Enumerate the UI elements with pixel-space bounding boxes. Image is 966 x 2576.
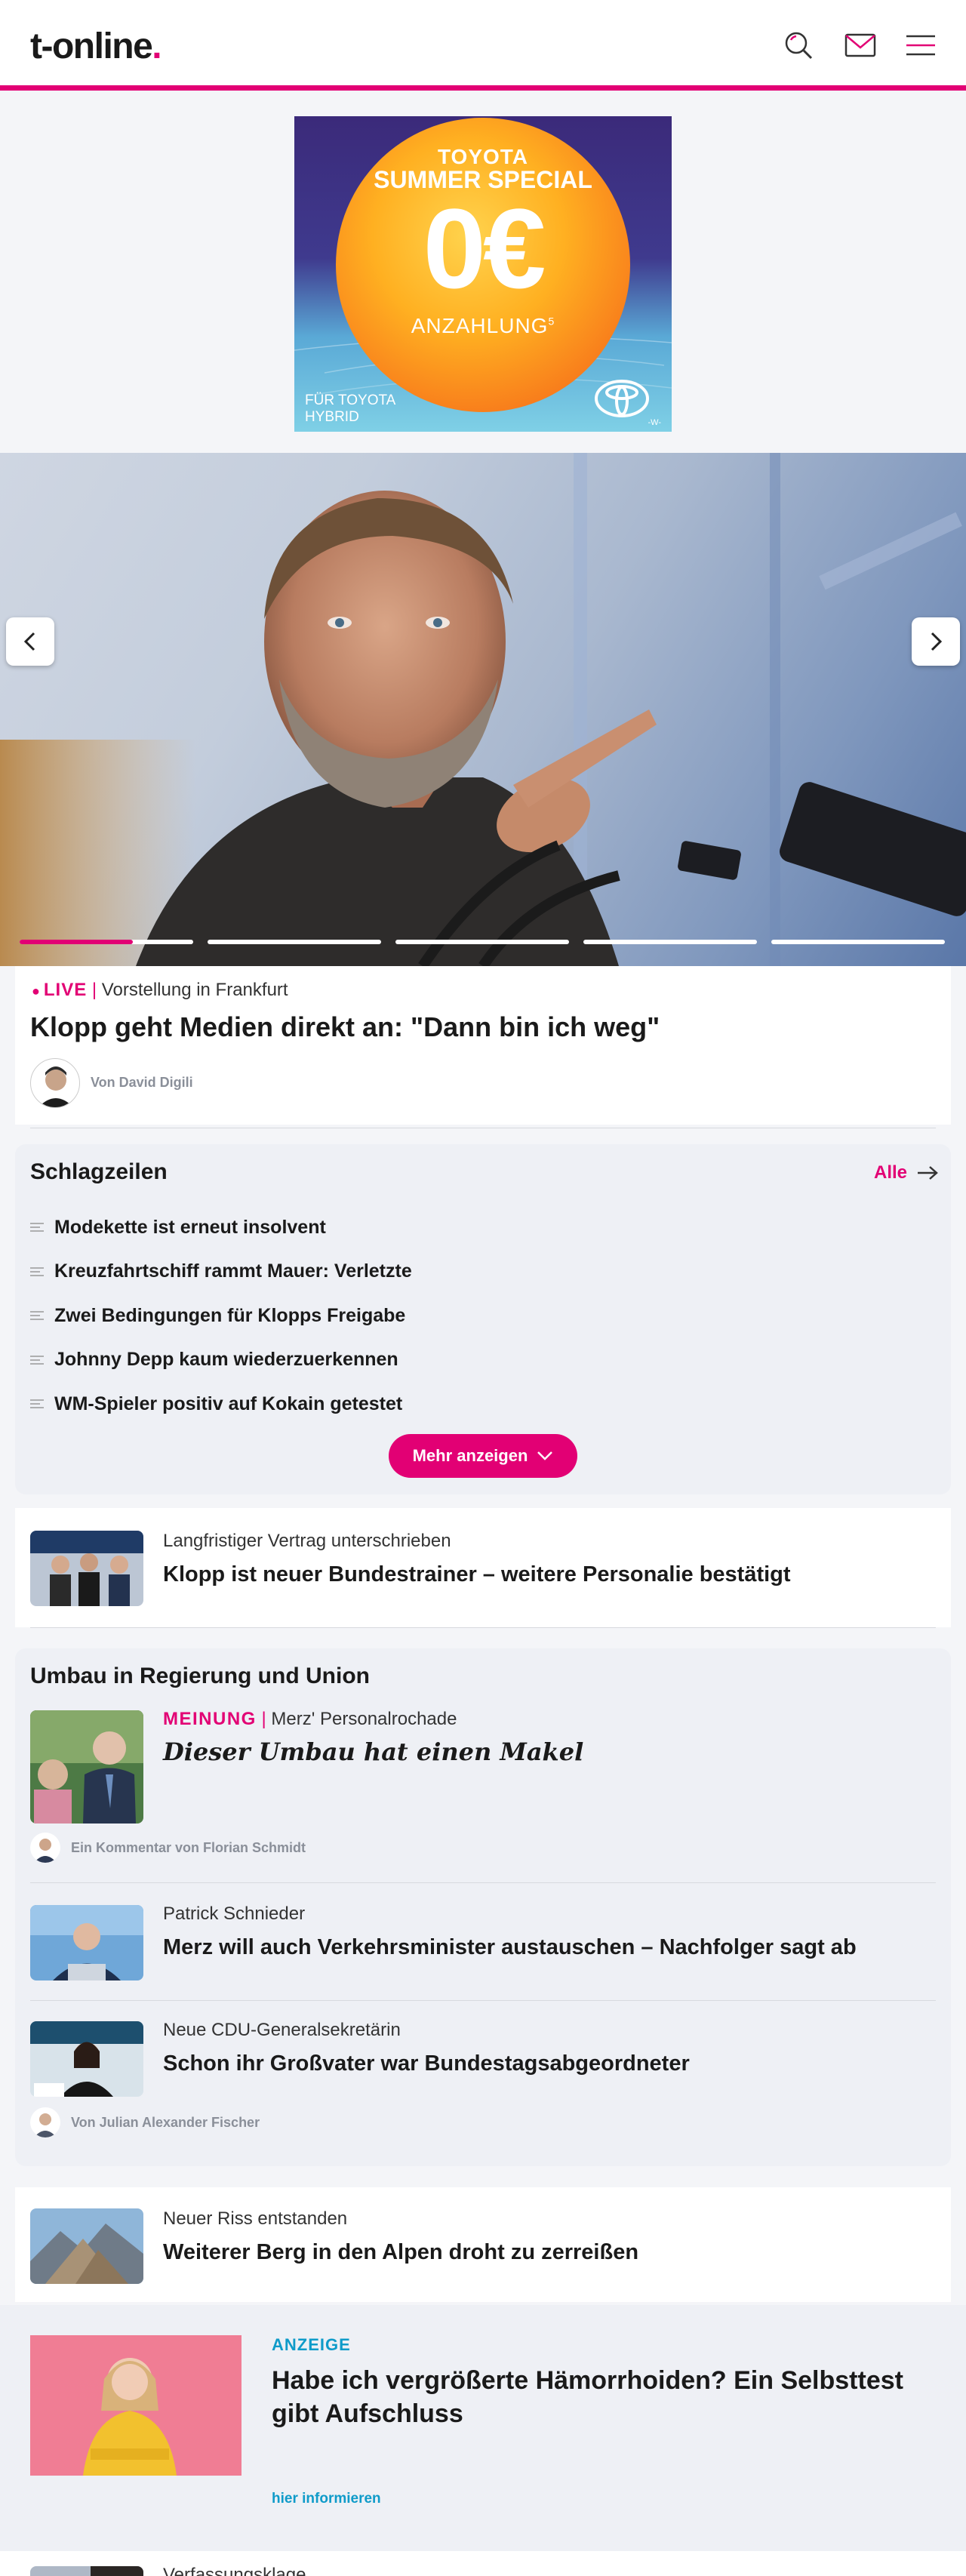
carousel-progress-bar[interactable]: [20, 940, 193, 944]
chevron-right-icon: [931, 632, 943, 651]
search-icon[interactable]: [782, 29, 815, 62]
carousel-progress-bar[interactable]: [208, 940, 381, 944]
article-lines-icon: [30, 1355, 44, 1365]
headline-item[interactable]: Kreuzfahrtschiff rammt Mauer: Verletzte: [30, 1257, 412, 1287]
headline-text: WM-Spieler positiv auf Kokain getestet: [54, 1393, 403, 1414]
sponsored-title[interactable]: Habe ich vergrößerte Hämorrhoiden? Ein S…: [272, 2364, 936, 2430]
teaser-partial-thumbnail: [30, 2566, 143, 2576]
chevron-down-icon: [537, 1451, 553, 1460]
live-badge: LIVE: [43, 980, 88, 1000]
t-online-logo[interactable]: t-online.: [30, 26, 162, 67]
teaser-klopp-title[interactable]: Klopp ist neuer Bundestrainer – weitere …: [163, 1562, 791, 1587]
headline-text: Zwei Bedingungen für Klopps Freigabe: [54, 1304, 406, 1326]
article-lines-icon: [30, 1399, 44, 1408]
headline-item[interactable]: Modekette ist erneut insolvent: [30, 1212, 326, 1242]
teaser-alps-kicker: Neuer Riss entstanden: [163, 2208, 348, 2229]
headline-text: Kreuzfahrtschiff rammt Mauer: Verletzte: [54, 1260, 412, 1282]
schnieder-thumbnail[interactable]: [30, 1905, 143, 1980]
ad-footer-text: FÜR TOYOTA HYBRID: [305, 392, 396, 425]
opinion-kicker: MEINUNG | Merz' Personalrochade: [163, 1709, 457, 1729]
ad-amount: 0€: [423, 185, 546, 312]
cdu-thumbnail[interactable]: [30, 2021, 143, 2097]
chevron-left-icon: [23, 632, 35, 651]
headline-item[interactable]: Johnny Depp kaum wiederzuerkennen: [30, 1345, 398, 1375]
menu-icon[interactable]: [904, 29, 937, 62]
headline-item[interactable]: Zwei Bedingungen für Klopps Freigabe: [30, 1300, 405, 1331]
hero-image: [0, 453, 966, 966]
opinion-title[interactable]: Dieser Umbau hat einen Makel: [163, 1737, 583, 1766]
teaser-alps-thumbnail: [30, 2208, 143, 2284]
headlines-all-link[interactable]: Alle: [874, 1162, 939, 1183]
headline-item[interactable]: WM-Spieler positiv auf Kokain getestet: [30, 1389, 402, 1419]
headline-text: Johnny Depp kaum wiederzuerkennen: [54, 1349, 398, 1370]
section-umbau-title: Umbau in Regierung und Union: [30, 1663, 370, 1688]
teaser-klopp[interactable]: Langfristiger Vertrag unterschrieben Klo…: [15, 1508, 951, 1627]
sponsored-link[interactable]: hier informieren: [272, 2491, 381, 2507]
site-header: t-online.: [0, 0, 966, 91]
divider: [30, 1882, 936, 1883]
hero-article-card[interactable]: ● LIVE | Vorstellung in Frankfurt Klopp …: [15, 966, 951, 1125]
carousel-next-button[interactable]: [912, 617, 960, 666]
mail-icon[interactable]: [844, 29, 877, 62]
article-lines-icon: [30, 1266, 44, 1276]
headline-text: Modekette ist erneut insolvent: [54, 1216, 326, 1238]
cdu-title[interactable]: Schon ihr Großvater war Bundestagsabgeor…: [163, 2051, 690, 2076]
article-lines-icon: [30, 1311, 44, 1320]
teaser-alps[interactable]: Neuer Riss entstanden Weiterer Berg in d…: [15, 2187, 951, 2302]
hero-author[interactable]: Von David Digili: [91, 1075, 193, 1091]
opinion-thumbnail[interactable]: [30, 1710, 143, 1824]
hero-carousel[interactable]: [0, 453, 966, 966]
cdu-author-avatar: [30, 2107, 60, 2137]
hero-title[interactable]: Klopp geht Medien direkt an: "Dann bin i…: [30, 1011, 660, 1043]
opinion-badge: MEINUNG: [163, 1709, 257, 1729]
author-avatar: [30, 1058, 80, 1108]
teaser-klopp-thumbnail: [30, 1531, 143, 1606]
show-more-button[interactable]: Mehr anzeigen: [389, 1434, 577, 1478]
teaser-alps-title[interactable]: Weiterer Berg in den Alpen droht zu zerr…: [163, 2240, 638, 2265]
opinion-author[interactable]: Ein Kommentar von Florian Schmidt: [71, 1840, 306, 1856]
carousel-progress-bar[interactable]: [583, 940, 757, 944]
carousel-progress-bar[interactable]: [395, 940, 569, 944]
arrow-right-icon: [918, 1166, 938, 1180]
divider: [30, 1627, 936, 1628]
article-lines-icon: [30, 1223, 44, 1232]
teaser-partial[interactable]: Verfassungsklage: [0, 2551, 966, 2576]
ad-sub: ANZAHLUNG5: [411, 314, 555, 337]
schnieder-title[interactable]: Merz will auch Verkehrsminister austausc…: [163, 1935, 857, 1960]
carousel-progress-fill: [20, 940, 133, 944]
sponsored-thumbnail: [30, 2335, 242, 2476]
ad-corner-mark: -W-: [648, 418, 661, 427]
teaser-partial-kicker: Verfassungsklage: [163, 2565, 306, 2576]
sponsored-teaser[interactable]: ANZEIGE Habe ich vergrößerte Hämorrhoide…: [0, 2305, 966, 2551]
hero-kicker: ● LIVE | Vorstellung in Frankfurt: [32, 980, 288, 1000]
carousel-progress-bar[interactable]: [771, 940, 945, 944]
headlines-title: Schlagzeilen: [30, 1159, 168, 1184]
sponsored-label: ANZEIGE: [272, 2335, 351, 2354]
cdu-kicker: Neue CDU-Generalsekretärin: [163, 2020, 401, 2040]
carousel-prev-button[interactable]: [6, 617, 54, 666]
section-umbau: [15, 1648, 951, 2166]
toyota-logo-icon: [595, 380, 649, 417]
cdu-author[interactable]: Von Julian Alexander Fischer: [71, 2115, 260, 2131]
schnieder-kicker: Patrick Schnieder: [163, 1904, 306, 1924]
ad-container: TOYOTA SUMMER SPECIAL 0€ ANZAHLUNG5 FÜR …: [0, 91, 966, 453]
toyota-ad-banner[interactable]: TOYOTA SUMMER SPECIAL 0€ ANZAHLUNG5 FÜR …: [294, 116, 672, 432]
opinion-author-avatar: [30, 1833, 60, 1863]
teaser-klopp-kicker: Langfristiger Vertrag unterschrieben: [163, 1531, 451, 1551]
divider: [30, 2000, 936, 2001]
